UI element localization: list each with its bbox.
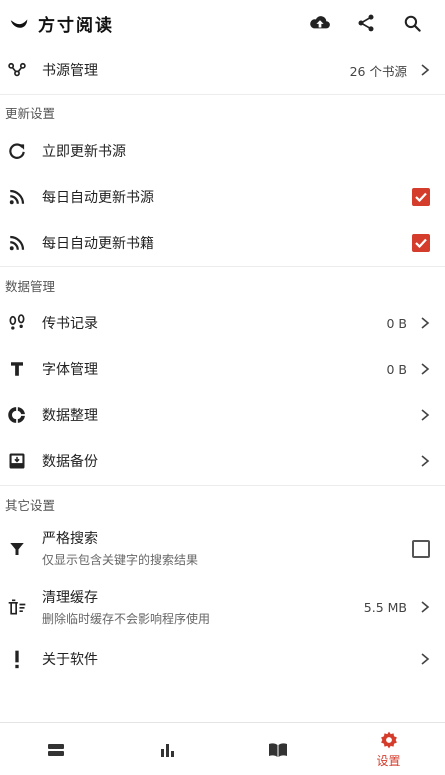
chevron-right-icon [421,455,430,467]
text-icon [5,357,29,381]
divider [0,485,445,486]
row-transfer-records[interactable]: 传书记录 0 B [0,300,445,346]
rss-icon [5,231,29,255]
row-refresh-now[interactable]: 立即更新书源 [0,128,445,174]
footprints-icon [5,311,29,335]
chevron-right-icon [421,409,430,421]
chevron-right-icon [421,64,430,76]
exclamation-icon [5,647,29,671]
cloud-upload-icon [310,16,330,29]
refresh-icon [5,139,29,163]
strict-search-checkbox[interactable] [412,540,430,558]
row-about[interactable]: 关于软件 [0,636,445,682]
cache-size: 5.5 MB [363,599,407,615]
search-icon [404,15,421,32]
brand: 方寸阅读 [8,11,114,36]
auto-update-books-checkbox[interactable] [412,234,430,252]
row-strict-search[interactable]: 严格搜索 仅显示包含关键字的搜索结果 [0,524,445,574]
font-management-size: 0 B [386,361,407,377]
section-other-settings: 其它设置 [5,498,56,513]
data-backup-label: 数据备份 [42,454,98,470]
bar-chart-icon [160,743,174,757]
share-icon [358,14,374,32]
gear-icon [380,731,397,749]
divider [0,266,445,267]
share-button[interactable] [343,0,389,46]
donut-icon [5,403,29,427]
rss-icon [5,185,29,209]
auto-update-books-label: 每日自动更新书籍 [42,236,154,252]
bookshelf-icon [47,743,64,756]
row-font-management[interactable]: 字体管理 0 B [0,346,445,392]
top-app-bar: 方寸阅读 [0,0,445,46]
upload-button[interactable] [297,0,343,46]
search-button[interactable] [389,0,435,46]
book-open-icon [268,742,287,757]
chevron-right-icon [421,363,430,375]
nav-bookshelf[interactable] [0,723,111,775]
row-auto-update-books[interactable]: 每日自动更新书籍 [0,220,445,266]
auto-update-source-checkbox[interactable] [412,188,430,206]
transfer-records-size: 0 B [386,315,407,331]
row-auto-update-source[interactable]: 每日自动更新书源 [0,174,445,220]
auto-update-source-label: 每日自动更新书源 [42,190,154,206]
section-data-management: 数据管理 [5,279,56,294]
book-source-icon [5,58,29,82]
chevron-right-icon [421,317,430,329]
section-update-settings: 更新设置 [5,106,56,121]
book-source-count: 26 个书源 [349,63,407,79]
backup-icon [5,449,29,473]
clear-cache-label: 清理缓存 [42,590,98,606]
divider [0,94,445,95]
row-clear-cache[interactable]: 清理缓存 删除临时缓存不会影响程序使用 5.5 MB [0,582,445,632]
app-title: 方寸阅读 [38,15,114,36]
app-logo-icon [10,19,28,28]
row-data-backup[interactable]: 数据备份 [0,438,445,484]
nav-settings[interactable]: 设置 [333,723,444,775]
data-organize-label: 数据整理 [42,408,98,424]
about-label: 关于软件 [42,652,98,668]
chevron-right-icon [421,653,430,665]
row-data-organize[interactable]: 数据整理 [0,392,445,438]
refresh-now-label: 立即更新书源 [42,144,126,160]
strict-search-desc: 仅显示包含关键字的搜索结果 [42,553,199,567]
transfer-records-label: 传书记录 [42,316,98,332]
nav-rankings[interactable] [111,723,222,775]
bottom-navigation: 设置 [0,722,445,775]
book-source-label: 书源管理 [42,63,98,79]
clear-cache-icon [5,595,29,619]
row-book-source[interactable]: 书源管理 26 个书源 [0,46,445,94]
strict-search-label: 严格搜索 [42,531,98,547]
filter-icon [5,537,29,561]
clear-cache-desc: 删除临时缓存不会影响程序使用 [42,612,211,626]
chevron-right-icon [421,601,430,613]
nav-settings-label: 设置 [376,754,401,768]
nav-discover[interactable] [222,723,333,775]
font-management-label: 字体管理 [42,362,98,378]
